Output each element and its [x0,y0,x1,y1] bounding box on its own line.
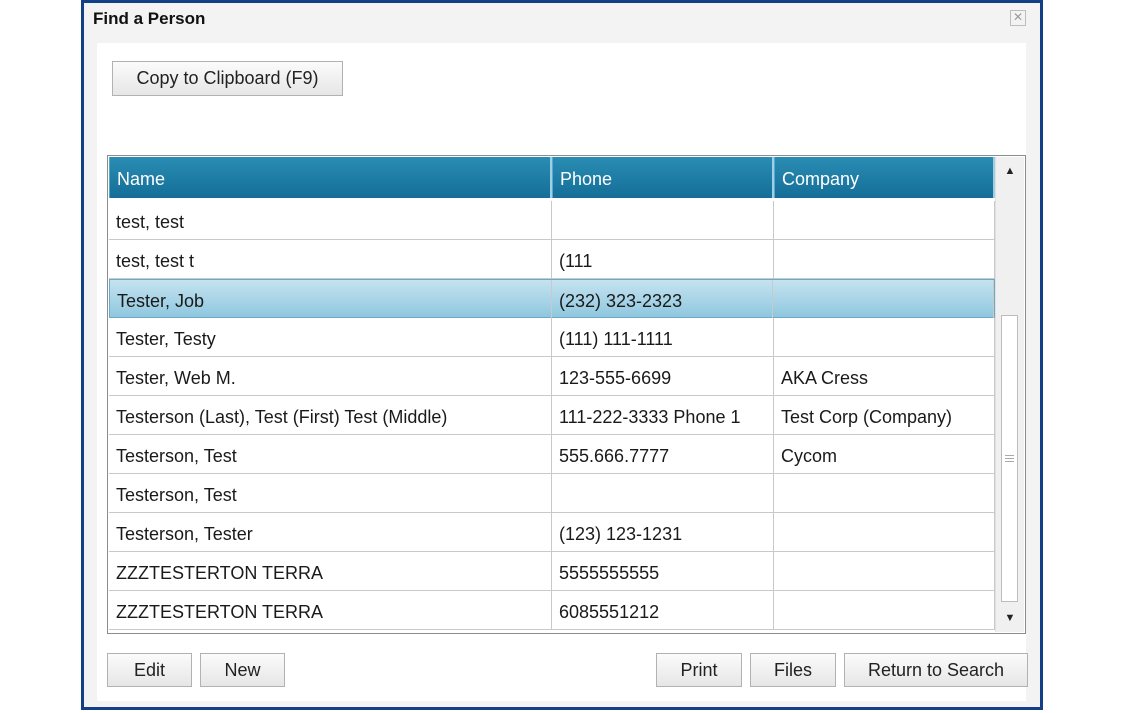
table-row[interactable]: ZZZTESTERTON TERRA 5555555555 [109,552,995,591]
cell-phone: (111 [552,240,774,278]
cell-phone [552,474,774,512]
close-icon[interactable]: ✕ [1010,10,1026,26]
grid-header: Name Phone Company [109,157,995,198]
column-header-phone[interactable]: Phone [552,157,774,198]
cell-name: Testerson (Last), Test (First) Test (Mid… [109,396,552,434]
table-row[interactable]: Tester, Testy (111) 111-1111 [109,318,995,357]
table-row[interactable]: Tester, Web M. 123-555-6699 AKA Cress [109,357,995,396]
table-row[interactable]: test, test t (111 [109,240,995,279]
table-row[interactable]: Testerson (Last), Test (First) Test (Mid… [109,396,995,435]
cell-company [774,318,995,356]
cell-company [774,591,995,629]
grip-line [1005,458,1014,459]
cell-company [774,513,995,551]
copy-to-clipboard-button[interactable]: Copy to Clipboard (F9) [112,61,343,96]
cell-phone: 6085551212 [552,591,774,629]
edit-button[interactable]: Edit [107,653,192,687]
scroll-up-arrow-icon[interactable]: ▲ [996,157,1024,185]
cell-name: Tester, Web M. [109,357,552,395]
cell-company: AKA Cress [774,357,995,395]
cell-phone: 555.666.7777 [552,435,774,473]
cell-company: Cycom [774,435,995,473]
cell-phone: (111) 111-1111 [552,318,774,356]
table-row[interactable]: Testerson, Test [109,474,995,513]
people-grid: Name Phone Company test, test test, test … [107,155,1026,634]
cell-phone [552,201,774,239]
dialog-title: Find a Person [93,9,206,28]
cell-phone: (232) 323-2323 [552,280,774,318]
title-bar: Find a Person ✕ [84,3,1040,37]
cell-name: ZZZTESTERTON TERRA [109,552,552,590]
new-button[interactable]: New [200,653,285,687]
scroll-thumb[interactable] [1001,315,1018,602]
column-header-company[interactable]: Company [774,157,995,198]
cell-company: Test Corp (Company) [774,396,995,434]
cell-phone: (123) 123-1231 [552,513,774,551]
cell-name: Tester, Job [110,280,552,318]
grip-line [1005,461,1014,462]
grid-rows: test, test test, test t (111 Tester, Job (23… [109,201,995,630]
cell-company [774,201,995,239]
cell-company [774,474,995,512]
cell-name: Tester, Testy [109,318,552,356]
cell-name: test, test t [109,240,552,278]
print-button[interactable]: Print [656,653,742,687]
cell-company [774,240,995,278]
vertical-scrollbar[interactable]: ▲ ▼ [995,157,1024,632]
column-header-name[interactable]: Name [109,157,552,198]
cell-phone: 5555555555 [552,552,774,590]
grip-line [1005,455,1014,456]
table-row[interactable]: Testerson, Test 555.666.7777 Cycom [109,435,995,474]
table-row[interactable]: Testerson, Tester (123) 123-1231 [109,513,995,552]
cell-company [774,552,995,590]
cell-name: ZZZTESTERTON TERRA [109,591,552,629]
cell-name: Testerson, Tester [109,513,552,551]
cell-name: Testerson, Test [109,435,552,473]
cell-phone: 123-555-6699 [552,357,774,395]
cell-name: Testerson, Test [109,474,552,512]
return-to-search-button[interactable]: Return to Search [844,653,1028,687]
cell-phone: 111-222-3333 Phone 1 [552,396,774,434]
content-panel: Copy to Clipboard (F9) Name Phone Compan… [97,43,1028,701]
table-row[interactable]: test, test [109,201,995,240]
cell-name: test, test [109,201,552,239]
files-button[interactable]: Files [750,653,836,687]
find-person-dialog: Find a Person ✕ Copy to Clipboard (F9) N… [81,0,1043,710]
table-row[interactable]: Tester, Job (232) 323-2323 [109,279,995,318]
scroll-down-arrow-icon[interactable]: ▼ [996,604,1024,632]
cell-company [773,280,994,318]
table-row[interactable]: ZZZTESTERTON TERRA 6085551212 [109,591,995,630]
